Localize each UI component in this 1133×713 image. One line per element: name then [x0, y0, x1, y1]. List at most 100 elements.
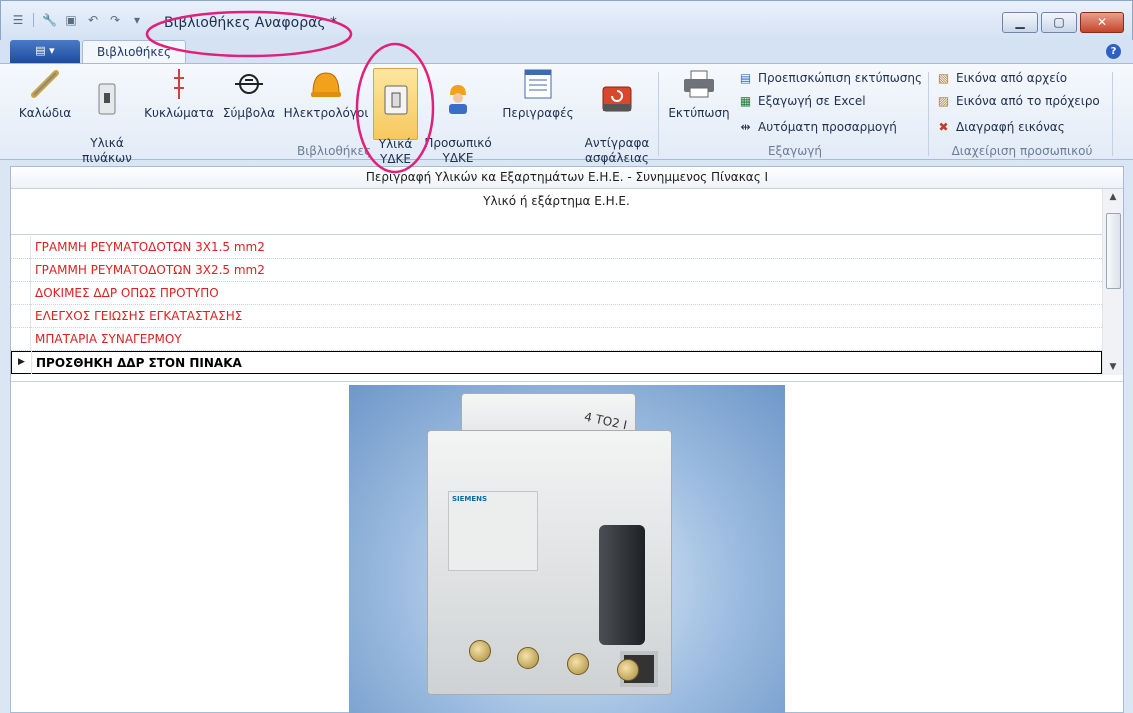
symbol-icon: [233, 68, 265, 100]
device-marking: 4 ТО2 І: [582, 409, 628, 433]
delete-image-button[interactable]: ✖ Διαγραφή εικόνας: [936, 117, 1065, 137]
scroll-thumb[interactable]: [1106, 213, 1121, 289]
minimize-button[interactable]: ▁: [1002, 12, 1038, 33]
scroll-down-icon[interactable]: ▼: [1103, 359, 1123, 375]
table-row[interactable]: ΓΡΑΜΜΗ ΡΕΥΜΑΤΟΔΟΤΩΝ 3Χ2.5 mm2: [11, 258, 1102, 282]
table-row-selected[interactable]: ▶ ΠΡΟΣΘΗΚΗ ΔΔΡ ΣΤΟΝ ΠΙΝΑΚΑ: [11, 351, 1102, 374]
print-label: Εκτύπωση: [668, 106, 730, 120]
electricians-label: Ηλεκτρολόγοι: [283, 106, 369, 120]
data-grid: Περιγραφή Υλικών κα Εξαρτημάτων Ε.Η.Ε. -…: [10, 166, 1124, 713]
circuits-button[interactable]: Κυκλώματα: [140, 68, 218, 140]
row-indicator[interactable]: [11, 327, 31, 351]
row-cell[interactable]: ΜΠΑΤΑΡΙΑ ΣΥΝΑΓΕΡΜΟΥ: [31, 332, 182, 346]
symbols-label: Σύμβολα: [222, 106, 276, 120]
circuits-label: Κυκλώματα: [144, 106, 214, 120]
ribbon: Καλώδια Υλικά πινάκων Κυκλώματα Σύμβολα …: [0, 63, 1133, 166]
print-preview-label: Προεπισκώπιση εκτύπωσης: [758, 71, 923, 85]
help-icon[interactable]: ?: [1106, 44, 1121, 59]
group-separator: [658, 72, 659, 156]
symbols-button[interactable]: Σύμβολα: [220, 68, 278, 140]
resize-icon: ⇹: [740, 119, 751, 134]
printer-icon: [683, 68, 715, 100]
table-row[interactable]: ΜΠΑΤΑΡΙΑ ΣΥΝΑΓΕΡΜΟΥ: [11, 327, 1102, 351]
breaker-icon: [91, 83, 123, 115]
terminal-screw: [617, 659, 639, 681]
electrician-icon: [310, 68, 342, 100]
row-cell[interactable]: ΕΛΕΓΧΟΣ ΓΕΙΩΣΗΣ ΕΓΚΑΤΑΣΤΑΣΗΣ: [31, 309, 242, 323]
tab-libraries[interactable]: Βιβλιοθήκες: [82, 40, 187, 64]
image-from-file-button[interactable]: ▧ Εικόνα από αρχείο: [936, 68, 1067, 88]
electricians-button[interactable]: Ηλεκτρολόγοι: [282, 68, 370, 140]
clipboard-icon: ▨: [937, 93, 950, 108]
wrench-icon[interactable]: 🔧: [42, 13, 57, 27]
customize-icon[interactable]: ▾: [130, 13, 144, 27]
close-button[interactable]: ✕: [1080, 12, 1124, 33]
terminal-screw: [517, 647, 539, 669]
ydke-materials-button[interactable]: Υλικά ΥΔΚΕ: [373, 68, 418, 166]
terminal-screw: [469, 640, 491, 662]
list-icon: [522, 68, 554, 100]
row-cell[interactable]: ΓΡΑΜΜΗ ΡΕΥΜΑΤΟΔΟΤΩΝ 3Χ2.5 mm2: [31, 263, 265, 277]
window-controls: ▁ ▢ ✕: [1002, 12, 1124, 33]
vertical-scrollbar[interactable]: ▲ ▼: [1102, 189, 1123, 375]
scroll-up-icon[interactable]: ▲: [1103, 189, 1123, 205]
descriptions-button[interactable]: Περιγραφές: [500, 68, 576, 140]
image-from-clipboard-label: Εικόνα από το πρόχειρο: [956, 94, 1100, 108]
grid-rows: ΓΡΑΜΜΗ ΡΕΥΜΑΤΟΔΟΤΩΝ 3Χ1.5 mm2 ΓΡΑΜΜΗ ΡΕΥ…: [11, 235, 1102, 374]
panel-materials-button[interactable]: Υλικά πινάκων: [78, 68, 136, 165]
title-bar: ☰ 🔧 ▣ ↶ ↷ ▾ Βιβλιοθήκες Αναφοράς * ▁ ▢ ✕: [0, 0, 1133, 40]
cable-icon: [29, 68, 61, 100]
delete-image-icon: ✖: [938, 119, 949, 134]
ribbon-tab-row: ▤ ▾ Βιβλιοθήκες ?: [0, 40, 1133, 64]
libraries-group-label: Βιβλιοθήκες: [296, 144, 371, 158]
delete-image-label: Διαγραφή εικόνας: [956, 120, 1065, 134]
device-label-plate: SIEMENS: [448, 491, 538, 571]
row-cell[interactable]: ΔΟΚΙΜΕΣ ΔΔΡ ΟΠΩΣ ΠΡΟΤΥΠΟ: [31, 286, 219, 300]
brand-text: SIEMENS: [452, 495, 488, 503]
auto-fit-label: Αυτόματη προσαρμογή: [758, 120, 897, 134]
image-from-clipboard-button[interactable]: ▨ Εικόνα από το πρόχειρο: [936, 91, 1100, 111]
backup-button[interactable]: Αντίγραφα ασφάλειας: [580, 68, 654, 165]
group-separator: [1112, 72, 1113, 156]
print-button[interactable]: Εκτύπωση: [664, 68, 734, 140]
backup-icon: [601, 83, 633, 115]
image-file-icon: ▧: [937, 70, 950, 85]
row-indicator[interactable]: [11, 304, 31, 328]
cables-label: Καλώδια: [18, 106, 72, 120]
menu-icon[interactable]: ☰: [11, 13, 25, 27]
row-cell[interactable]: ΠΡΟΣΘΗΚΗ ΔΔΡ ΣΤΟΝ ΠΙΝΑΚΑ: [32, 356, 242, 370]
auto-fit-button[interactable]: ⇹ Αυτόματη προσαρμογή: [738, 117, 897, 137]
row-indicator[interactable]: [11, 281, 31, 305]
save-icon[interactable]: ▣: [64, 13, 78, 27]
cables-button[interactable]: Καλώδια: [14, 68, 76, 140]
export-excel-label: Εξαγωγή σε Excel: [758, 94, 866, 108]
grid-caption: Περιγραφή Υλικών κα Εξαρτημάτων Ε.Η.Ε. -…: [11, 167, 1123, 189]
terminal-screw: [567, 653, 589, 675]
export-excel-button[interactable]: ▦ Εξαγωγή σε Excel: [738, 91, 866, 111]
row-cell[interactable]: ΓΡΑΜΜΗ ΡΕΥΜΑΤΟΔΟΤΩΝ 3Χ1.5 mm2: [31, 240, 265, 254]
image-from-file-label: Εικόνα από αρχείο: [956, 71, 1068, 85]
group-separator: [928, 72, 929, 156]
print-preview-button[interactable]: ▤ Προεπισκώπιση εκτύπωσης: [738, 68, 922, 88]
current-row-arrow-icon[interactable]: ▶: [12, 351, 32, 374]
circuit-icon: [163, 68, 195, 100]
ydke-staff-button[interactable]: Προσωπικό ΥΔΚΕ: [420, 68, 496, 165]
table-row[interactable]: ΓΡΑΜΜΗ ΡΕΥΜΑΤΟΔΟΤΩΝ 3Χ1.5 mm2: [11, 235, 1102, 259]
application-menu-button[interactable]: ▤ ▾: [10, 40, 80, 63]
product-photo: 4 ТО2 І SIEMENS: [349, 385, 785, 713]
column-header[interactable]: Υλικό ή εξάρτημα Ε.Η.Ε.: [11, 189, 1102, 235]
detail-panel: 4 ТО2 І SIEMENS: [11, 381, 1123, 713]
redo-icon[interactable]: ↷: [108, 13, 122, 27]
worker-icon: [442, 83, 474, 115]
table-row[interactable]: ΔΟΚΙΜΕΣ ΔΔΡ ΟΠΩΣ ΠΡΟΤΥΠΟ: [11, 281, 1102, 305]
row-indicator[interactable]: [11, 235, 31, 259]
device-lever: [599, 525, 645, 645]
table-row[interactable]: ΕΛΕΓΧΟΣ ΓΕΙΩΣΗΣ ΕΓΚΑΤΑΣΤΑΣΗΣ: [11, 304, 1102, 328]
switch-icon: [380, 84, 412, 116]
row-indicator[interactable]: [11, 258, 31, 282]
descriptions-label: Περιγραφές: [502, 106, 574, 120]
undo-icon[interactable]: ↶: [86, 13, 100, 27]
maximize-button[interactable]: ▢: [1041, 12, 1077, 33]
window-title: Βιβλιοθήκες Αναφοράς *: [164, 15, 337, 31]
export-group-label: Εξαγωγή: [767, 144, 823, 158]
